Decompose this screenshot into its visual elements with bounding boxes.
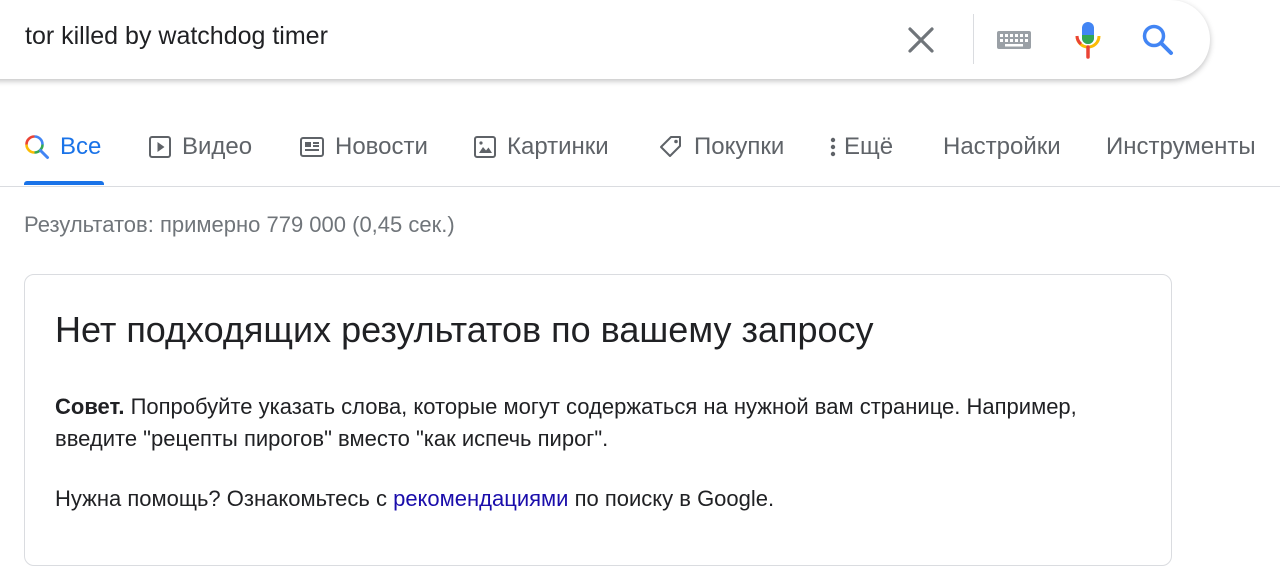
tab-shopping[interactable]: Покупки [658, 130, 784, 164]
play-icon [149, 136, 171, 158]
image-icon [474, 136, 496, 158]
no-results-card: Нет подходящих результатов по вашему зап… [24, 274, 1172, 566]
recommendations-link[interactable]: рекомендациями [393, 486, 568, 511]
close-icon [908, 27, 934, 53]
tab-label: Ещё [844, 133, 894, 160]
search-icon [1142, 24, 1173, 55]
search-tabs: Все Видео Новости Картинки Покупки Ещё Н… [0, 120, 1280, 187]
more-vert-icon [830, 137, 836, 157]
keyboard-icon [997, 31, 1031, 49]
tab-label: Все [60, 133, 102, 160]
newspaper-icon [300, 137, 324, 157]
tab-label: Настройки [943, 133, 1061, 160]
search-icon [25, 135, 49, 159]
tab-settings[interactable]: Настройки [943, 130, 1061, 164]
search-button[interactable] [1140, 22, 1176, 58]
tab-news[interactable]: Новости [299, 130, 428, 164]
help-text: Нужна помощь? Ознакомьтесь с рекомендаци… [55, 483, 774, 515]
tab-label: Покупки [694, 133, 785, 160]
active-tab-indicator [24, 181, 104, 185]
tab-video[interactable]: Видео [148, 130, 252, 164]
search-tip: Совет. Попробуйте указать слова, которые… [55, 391, 1145, 455]
tab-label: Инструменты [1106, 133, 1256, 160]
search-bar-divider [973, 14, 974, 64]
tip-label: Совет. [55, 394, 125, 419]
tab-label: Картинки [507, 133, 609, 160]
tag-icon [660, 136, 681, 157]
mic-icon [1075, 22, 1101, 59]
help-prefix: Нужна помощь? Ознакомьтесь с [55, 486, 394, 511]
tab-all[interactable]: Все [24, 130, 101, 164]
clear-button[interactable] [905, 24, 937, 56]
tab-more[interactable]: Ещё [826, 130, 893, 164]
tab-images[interactable]: Картинки [473, 130, 609, 164]
tabs-divider [0, 186, 1280, 187]
help-suffix: по поиску в Google. [568, 486, 775, 511]
search-input[interactable]: tor killed by watchdog timer [25, 22, 328, 51]
no-results-title: Нет подходящих результатов по вашему зап… [55, 309, 874, 350]
tab-tools[interactable]: Инструменты [1106, 130, 1256, 164]
keyboard-button[interactable] [995, 26, 1035, 54]
tip-text: Попробуйте указать слова, которые могут … [55, 394, 1077, 451]
search-bar: tor killed by watchdog timer [0, 0, 1210, 79]
result-stats: Результатов: примерно 779 000 (0,45 сек.… [24, 212, 455, 237]
voice-search-button[interactable] [1072, 20, 1104, 60]
tab-label: Новости [335, 133, 428, 160]
tab-label: Видео [182, 133, 253, 160]
